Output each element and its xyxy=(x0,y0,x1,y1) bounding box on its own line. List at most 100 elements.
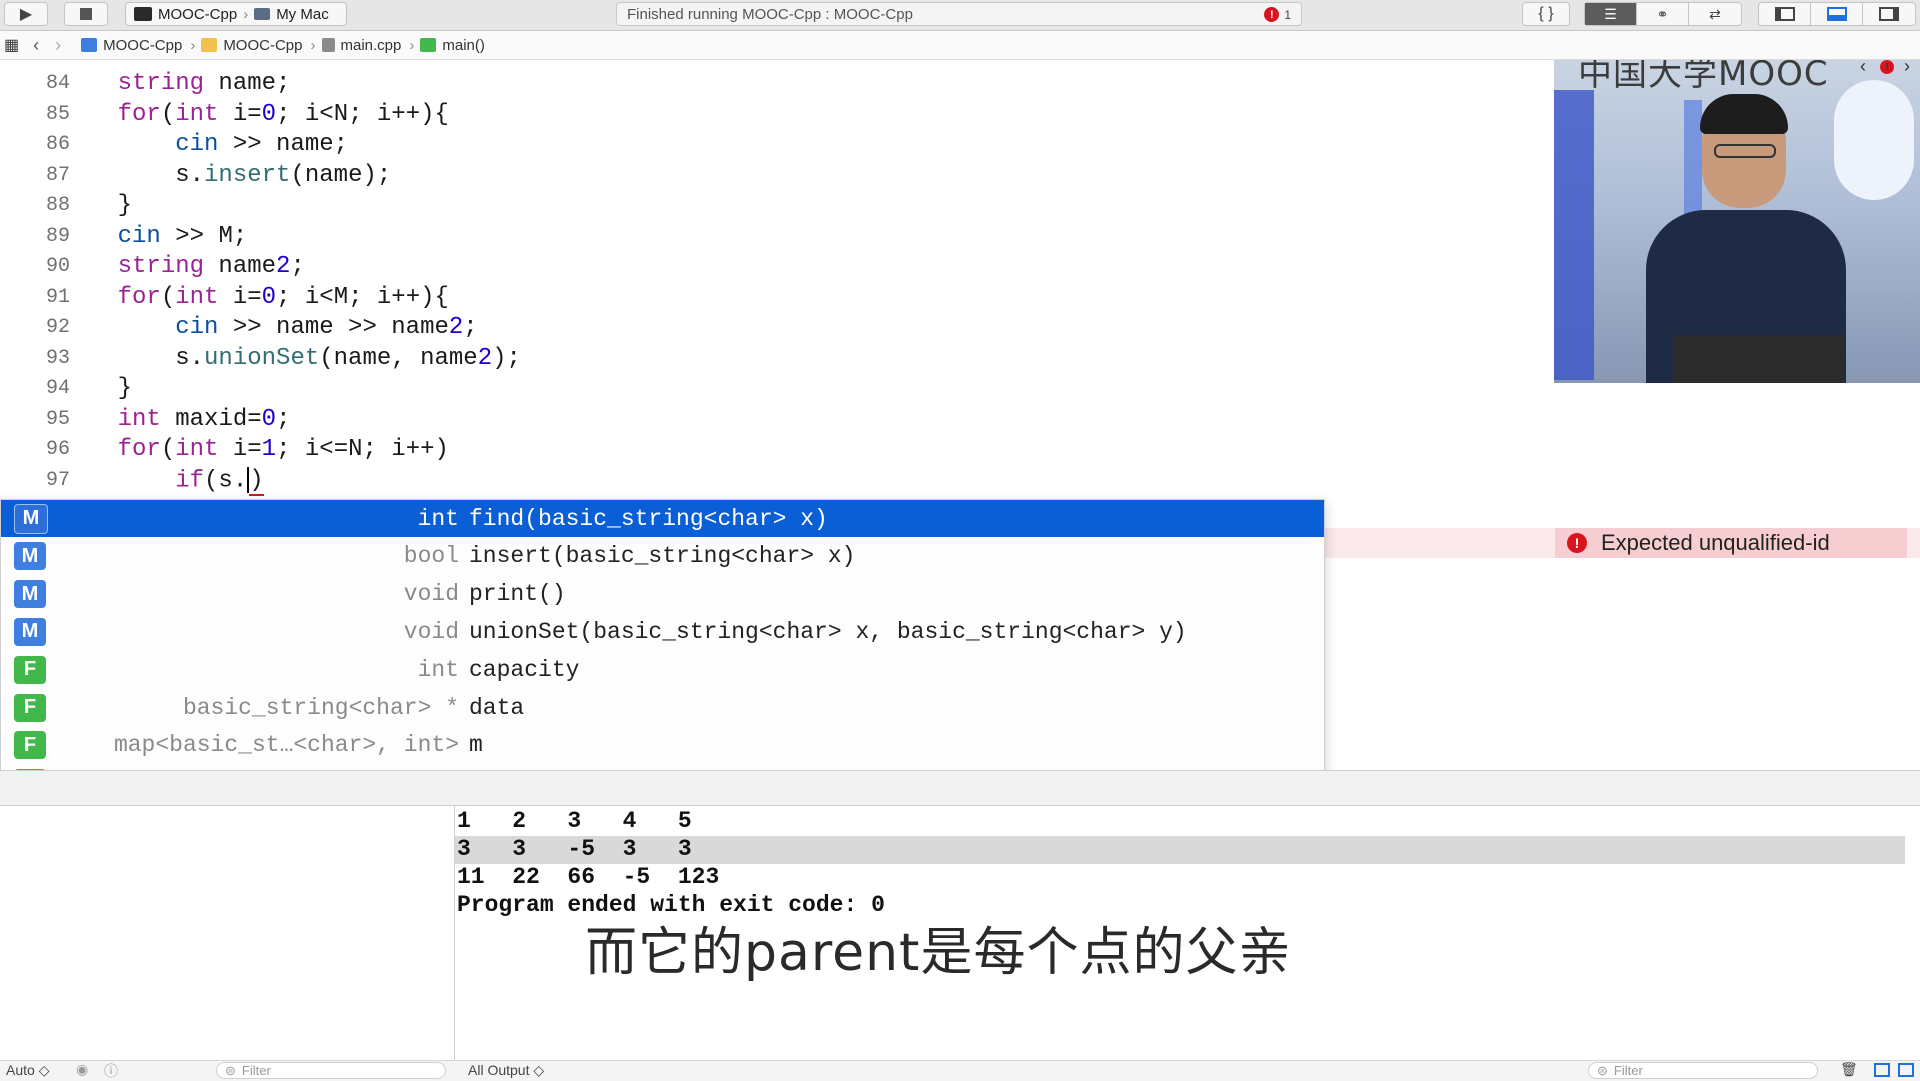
presenter-laptop xyxy=(1674,335,1844,383)
inspector-toggle[interactable] xyxy=(1863,3,1915,25)
code-line[interactable]: int maxid=0; xyxy=(60,406,291,433)
trash-icon[interactable]: 🗑 xyxy=(1840,1061,1858,1078)
destination-name: My Mac xyxy=(276,5,329,23)
completion-name: find(basic_string<char> x) xyxy=(469,505,828,532)
forward-arrow-icon[interactable]: › xyxy=(55,35,61,56)
code-line[interactable]: cin >> name >> name2; xyxy=(60,314,477,341)
breadcrumb-file[interactable]: main.cpp xyxy=(321,36,402,54)
breadcrumb-label: main() xyxy=(442,36,485,54)
code-line[interactable]: cin >> M; xyxy=(60,223,248,250)
standard-editor-button[interactable]: ☰ xyxy=(1585,3,1637,25)
stop-button[interactable] xyxy=(64,2,108,26)
editor-mode-segment: ☰ ⚭ ⇄ xyxy=(1584,2,1742,26)
completion-return-type: basic_string<char> * xyxy=(182,694,459,721)
completion-item[interactable]: Fmap<basic_st…<char>, int> m xyxy=(1,727,1324,764)
code-line[interactable]: } xyxy=(60,192,132,219)
chevron-right-icon: › xyxy=(310,36,316,54)
chevron-left-icon[interactable]: ‹ xyxy=(1860,60,1866,77)
completion-return-type: int xyxy=(417,505,459,532)
output-line: 11 22 66 -5 123 xyxy=(457,864,720,890)
lecture-video-overlay: 中国大学MOOC ‹ ! › xyxy=(1554,60,1920,383)
debug-bottom-bar: Auto ◇ ◉ ⓘ ⊜ Filter All Output ◇ ⊜ Filte… xyxy=(0,1060,1920,1081)
video-background-light xyxy=(1554,90,1594,380)
chevron-right-icon[interactable]: › xyxy=(1904,60,1910,77)
completion-item[interactable]: Mvoid print() xyxy=(1,576,1324,613)
completion-item[interactable]: Mint find(basic_string<char> x) xyxy=(1,500,1324,537)
function-icon xyxy=(420,38,437,52)
split-left-icon[interactable] xyxy=(1874,1063,1890,1077)
completion-item[interactable]: Fbasic_string<char> * data xyxy=(1,689,1324,726)
code-line[interactable]: string name; xyxy=(60,70,291,97)
completion-name: capacity xyxy=(469,656,580,683)
completion-item[interactable]: Mvoid unionSet(basic_string<char> x, basi… xyxy=(1,613,1324,650)
cpp-file-icon xyxy=(321,38,335,52)
error-icon: ! xyxy=(1880,60,1894,74)
assistant-editor-button[interactable]: ⚭ xyxy=(1637,3,1689,25)
arrows-icon: ⇄ xyxy=(1709,5,1721,22)
breadcrumb-function[interactable]: main() xyxy=(420,37,485,54)
code-line[interactable]: if(s.) xyxy=(60,466,264,496)
debug-bar xyxy=(0,770,1920,806)
output-line: 1 2 3 4 5 xyxy=(457,808,692,834)
error-icon: ! xyxy=(1264,7,1280,22)
completion-name: insert(basic_string<char> x) xyxy=(469,543,856,570)
braces-icon: { } xyxy=(1538,5,1554,22)
breadcrumb-label: main.cpp xyxy=(340,36,402,54)
error-banner[interactable]: ! Expected unqualified-id xyxy=(1555,528,1907,558)
code-line[interactable]: } xyxy=(60,375,132,402)
console-filter-field[interactable]: ⊜ Filter xyxy=(1588,1062,1818,1079)
field-badge-icon: F xyxy=(14,655,46,684)
grid-icon[interactable]: ▦ xyxy=(4,35,19,55)
split-right-icon[interactable] xyxy=(1898,1063,1914,1077)
completion-item[interactable]: Fint capacity xyxy=(1,651,1324,688)
back-arrow-icon[interactable]: ‹ xyxy=(33,35,39,56)
lines-icon: ☰ xyxy=(1604,5,1617,22)
breadcrumb-project[interactable]: MOOC-Cpp xyxy=(81,37,182,54)
code-line[interactable]: for(int i=0; i<N; i++){ xyxy=(60,101,449,128)
presenter-hair xyxy=(1700,94,1788,134)
video-background-lamp xyxy=(1834,80,1914,200)
mac-icon xyxy=(254,8,271,20)
completion-return-type: void xyxy=(403,581,459,608)
info-icon[interactable]: ⓘ xyxy=(104,1061,118,1081)
filter-icon: ⊜ xyxy=(1597,1062,1608,1078)
field-badge-icon: F xyxy=(14,731,46,760)
library-button[interactable]: { } xyxy=(1522,2,1570,26)
auto-variables-selector[interactable]: Auto ◇ xyxy=(6,1062,49,1079)
output-selector[interactable]: All Output ◇ xyxy=(468,1062,544,1079)
scheme-selector[interactable]: MOOC-Cpp › My Mac xyxy=(125,2,347,26)
completion-name: unionSet(basic_string<char> x, basic_str… xyxy=(469,618,1187,645)
error-count: 1 xyxy=(1284,7,1291,22)
filter-icon: ⊜ xyxy=(225,1062,236,1078)
completion-name: print() xyxy=(469,581,566,608)
breadcrumb-folder[interactable]: MOOC-Cpp xyxy=(201,37,303,54)
method-badge-icon: M xyxy=(14,542,46,571)
play-icon: ▶ xyxy=(19,6,33,23)
jump-bar: ▦ ‹ › MOOC-Cpp › MOOC-Cpp › main.cpp › m… xyxy=(0,31,1920,60)
rings-icon: ⚭ xyxy=(1656,5,1669,22)
eye-icon[interactable]: ◉ xyxy=(76,1061,88,1078)
activity-status: Finished running MOOC-Cpp : MOOC-Cpp ! 1 xyxy=(616,2,1302,26)
variables-view xyxy=(0,806,455,1060)
code-line[interactable]: for(int i=0; i<M; i++){ xyxy=(60,284,449,311)
completion-name: data xyxy=(469,694,525,721)
version-editor-button[interactable]: ⇄ xyxy=(1689,3,1741,25)
code-line[interactable]: s.insert(name); xyxy=(60,162,391,189)
code-line[interactable]: cin >> name; xyxy=(60,131,348,158)
method-badge-icon: M xyxy=(14,503,48,534)
right-panel-icon xyxy=(1879,7,1899,21)
output-line: 3 3 -5 3 3 xyxy=(457,836,692,862)
code-line[interactable]: s.unionSet(name, name2); xyxy=(60,345,521,372)
scheme-name: MOOC-Cpp xyxy=(158,5,238,23)
variables-filter-field[interactable]: ⊜ Filter xyxy=(216,1062,446,1079)
mooc-logo: 中国大学MOOC xyxy=(1578,60,1829,94)
run-button[interactable]: ▶ xyxy=(4,2,48,26)
code-line[interactable]: string name2; xyxy=(60,253,305,280)
left-panel-icon xyxy=(1774,7,1795,21)
navigator-toggle[interactable] xyxy=(1759,3,1811,25)
completion-item[interactable]: Mbool insert(basic_string<char> x) xyxy=(1,538,1324,575)
code-line[interactable]: for(int i=1; i<=N; i++) xyxy=(60,436,449,463)
method-badge-icon: M xyxy=(14,580,46,609)
debug-area-toggle[interactable] xyxy=(1811,3,1863,25)
error-indicator[interactable]: ! 1 xyxy=(1264,7,1291,22)
